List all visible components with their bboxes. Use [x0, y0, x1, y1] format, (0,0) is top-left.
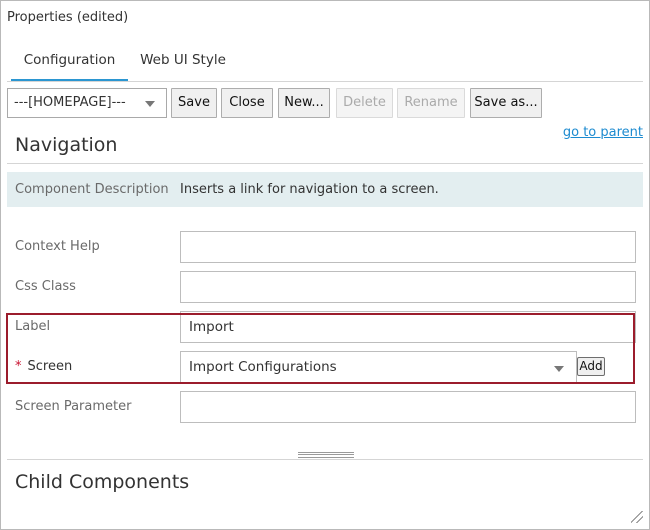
screen-select[interactable]: Import Configurations [180, 351, 577, 383]
rename-button[interactable]: Rename [397, 88, 465, 118]
required-marker: * [15, 359, 22, 374]
window-title: Properties (edited) [7, 10, 129, 25]
component-description-value: Inserts a link for navigation to a scree… [180, 182, 439, 197]
css-class-label: Css Class [15, 279, 76, 294]
chevron-down-icon [554, 366, 564, 372]
section-title: Navigation [15, 134, 118, 156]
properties-window: Properties (edited) Configuration Web UI… [0, 0, 650, 530]
screen-label: * Screen [15, 359, 72, 374]
component-description-label: Component Description [15, 182, 169, 197]
chevron-down-icon [145, 101, 155, 107]
screen-parameter-input[interactable] [180, 391, 636, 423]
section-divider [7, 163, 643, 164]
css-class-input[interactable] [180, 271, 636, 303]
new-button[interactable]: New... [278, 88, 330, 118]
splitter-handle[interactable] [298, 452, 354, 458]
context-help-input[interactable] [180, 231, 636, 263]
splitter-divider [7, 459, 643, 460]
screen-select-value: Import Configurations [189, 359, 337, 375]
label-label: Label [15, 319, 51, 334]
save-as-button[interactable]: Save as... [470, 88, 542, 118]
tab-divider [7, 81, 643, 82]
tab-configuration[interactable]: Configuration [11, 45, 128, 82]
label-input[interactable]: Import [180, 311, 636, 343]
child-components-title: Child Components [15, 471, 190, 493]
configuration-selector[interactable]: ---[HOMEPAGE]--- [7, 88, 167, 118]
screen-label-text: Screen [27, 359, 73, 374]
tab-web-ui-style[interactable]: Web UI Style [135, 45, 231, 82]
screen-parameter-label: Screen Parameter [15, 399, 132, 414]
close-button[interactable]: Close [221, 88, 273, 118]
context-help-label: Context Help [15, 239, 100, 254]
component-description-row: Component Description Inserts a link for… [7, 172, 643, 207]
resize-grip-icon[interactable] [631, 511, 643, 523]
delete-button[interactable]: Delete [336, 88, 393, 118]
configuration-selector-value: ---[HOMEPAGE]--- [14, 95, 126, 110]
save-button[interactable]: Save [171, 88, 217, 118]
go-to-parent-link[interactable]: go to parent [563, 125, 643, 140]
add-screen-button[interactable]: Add [577, 357, 605, 376]
